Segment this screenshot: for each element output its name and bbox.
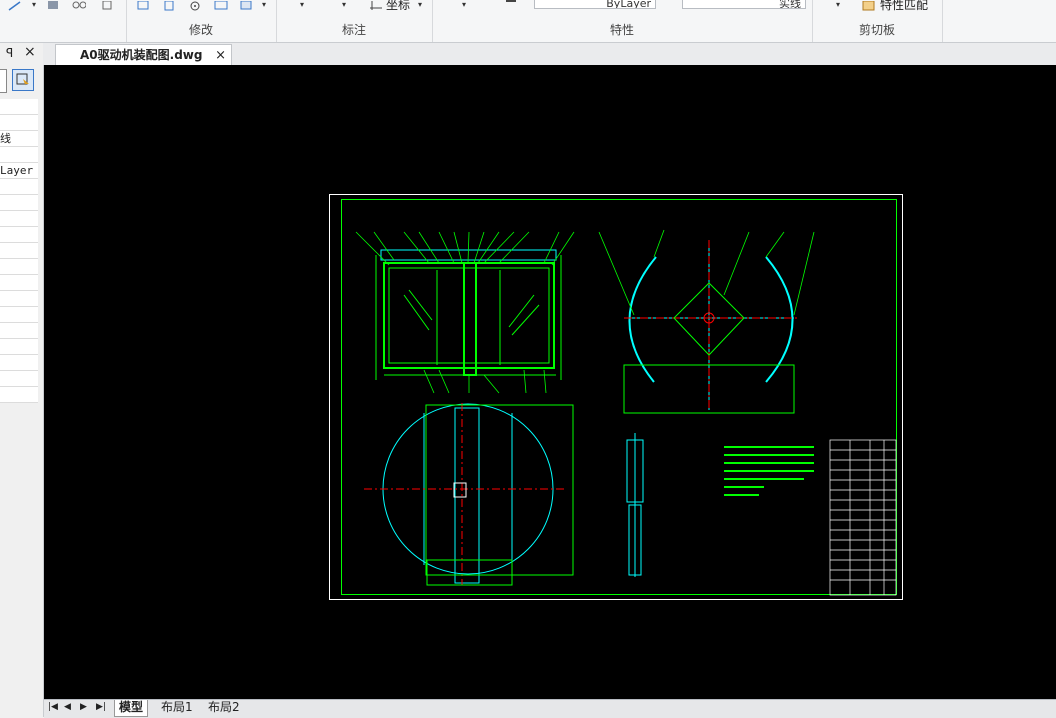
offset-icon[interactable] (214, 0, 228, 10)
match-properties-label[interactable]: 特性匹配 (880, 0, 928, 13)
property-row[interactable] (0, 115, 38, 131)
drawing-viewport[interactable] (44, 65, 1056, 699)
coordinate-label[interactable]: 坐标 (386, 0, 410, 13)
document-icon[interactable] (162, 0, 176, 11)
detail-view-small (626, 433, 644, 577)
previous-tab-button[interactable]: ◀ (60, 700, 75, 716)
tab-layout2[interactable]: 布局2 (204, 700, 244, 716)
ribbon-group-modify-2: ▾ (126, 0, 277, 42)
property-row[interactable] (0, 195, 38, 211)
match-properties-icon[interactable] (862, 0, 876, 11)
property-row[interactable] (0, 211, 38, 227)
ribbon-group-label: 标注 (341, 23, 366, 37)
quick-select-button[interactable] (12, 69, 34, 91)
title-block-table (829, 439, 897, 596)
stretch-icon[interactable] (46, 0, 60, 10)
technical-notes (724, 446, 814, 496)
property-row[interactable] (0, 307, 38, 323)
edit-icon[interactable] (240, 0, 254, 10)
property-row[interactable] (0, 179, 38, 195)
ribbon-group-clipboard: ▾ 特性匹配 剪切板 (812, 0, 943, 42)
ribbon-group-properties: ▾ ByLayer 实线 特性 (432, 0, 813, 42)
select-objects-button[interactable] (0, 69, 7, 93)
chevron-down-icon[interactable]: ▾ (836, 0, 840, 9)
property-row[interactable] (0, 243, 38, 259)
plan-view (364, 403, 574, 586)
property-row[interactable]: 线 (0, 131, 38, 147)
property-row[interactable] (0, 355, 38, 371)
leader-lines-bottom (423, 369, 547, 394)
chevron-down-icon[interactable]: ▾ (262, 0, 266, 9)
property-row[interactable] (0, 387, 38, 403)
front-section-view (375, 249, 562, 380)
ribbon-group-label: 特性 (609, 23, 634, 37)
chevron-down-icon[interactable]: ▾ (32, 0, 36, 9)
next-tab-button[interactable]: ▶ (76, 700, 91, 716)
coordinate-icon[interactable] (370, 0, 384, 10)
tab-model[interactable]: 模型 (114, 700, 149, 717)
property-row[interactable] (0, 323, 38, 339)
quick-select-icon (16, 73, 29, 87)
end-view-bracket (598, 229, 815, 414)
document-tab[interactable]: A0驱动机装配图.dwg × (55, 44, 232, 66)
tab-layout1[interactable]: 布局1 (157, 700, 197, 716)
chevron-down-icon[interactable]: ▾ (300, 0, 304, 9)
property-row[interactable] (0, 291, 38, 307)
close-icon[interactable]: × (215, 45, 226, 66)
property-row[interactable] (0, 339, 38, 355)
chevron-down-icon[interactable]: ▾ (418, 0, 422, 9)
chevron-down-icon[interactable]: ▾ (342, 0, 346, 9)
panel-header: ꟼ × (0, 43, 43, 65)
document-tab-bar: A0驱动机装配图.dwg × (43, 43, 1056, 66)
property-row[interactable] (0, 99, 38, 115)
ribbon-group-annotate: ▾ ▾ 坐标 ▾ 标注 (276, 0, 433, 42)
chevron-down-icon[interactable]: ▾ (462, 0, 466, 9)
lineweight-icon[interactable] (506, 0, 516, 2)
paper-sheet-border (329, 194, 903, 600)
property-row[interactable]: Layer (0, 163, 38, 179)
property-row[interactable] (0, 227, 38, 243)
copy-props-icon[interactable] (136, 0, 150, 10)
line-icon[interactable] (8, 0, 22, 11)
linetype-dropdown[interactable]: 实线 (682, 0, 806, 9)
document-tab-title: A0驱动机装配图.dwg (80, 48, 203, 62)
property-row[interactable] (0, 259, 38, 275)
property-row[interactable] (0, 371, 38, 387)
ribbon-group-label: 剪切板 (858, 23, 895, 37)
pin-icon[interactable]: ꟼ (6, 46, 13, 60)
close-icon[interactable]: × (24, 44, 36, 60)
property-row[interactable] (0, 147, 38, 163)
last-tab-button[interactable]: ▶| (92, 700, 110, 716)
ribbon-group-modify: ▾ 修改 (0, 0, 213, 42)
array-icon[interactable] (72, 0, 87, 10)
frame-border (341, 199, 897, 595)
ribbon: ▾ 修改 ▾ ▾ ▾ 坐标 ▾ 标注 ▾ ByLayer 实线 特性 ▾ 特性匹… (0, 0, 1056, 43)
layout-tab-bar: |◀ ◀ ▶ ▶| 模型 布局1 布局2 (44, 699, 1056, 718)
property-row[interactable] (0, 275, 38, 291)
layer-dropdown[interactable]: ByLayer (534, 0, 656, 9)
circle-target-icon[interactable] (188, 0, 202, 11)
property-list: 线 Layer (0, 99, 38, 403)
cad-drawing (329, 194, 903, 600)
cylinder-icon[interactable] (100, 0, 114, 10)
properties-panel: ꟼ × 线 Layer (0, 43, 44, 717)
